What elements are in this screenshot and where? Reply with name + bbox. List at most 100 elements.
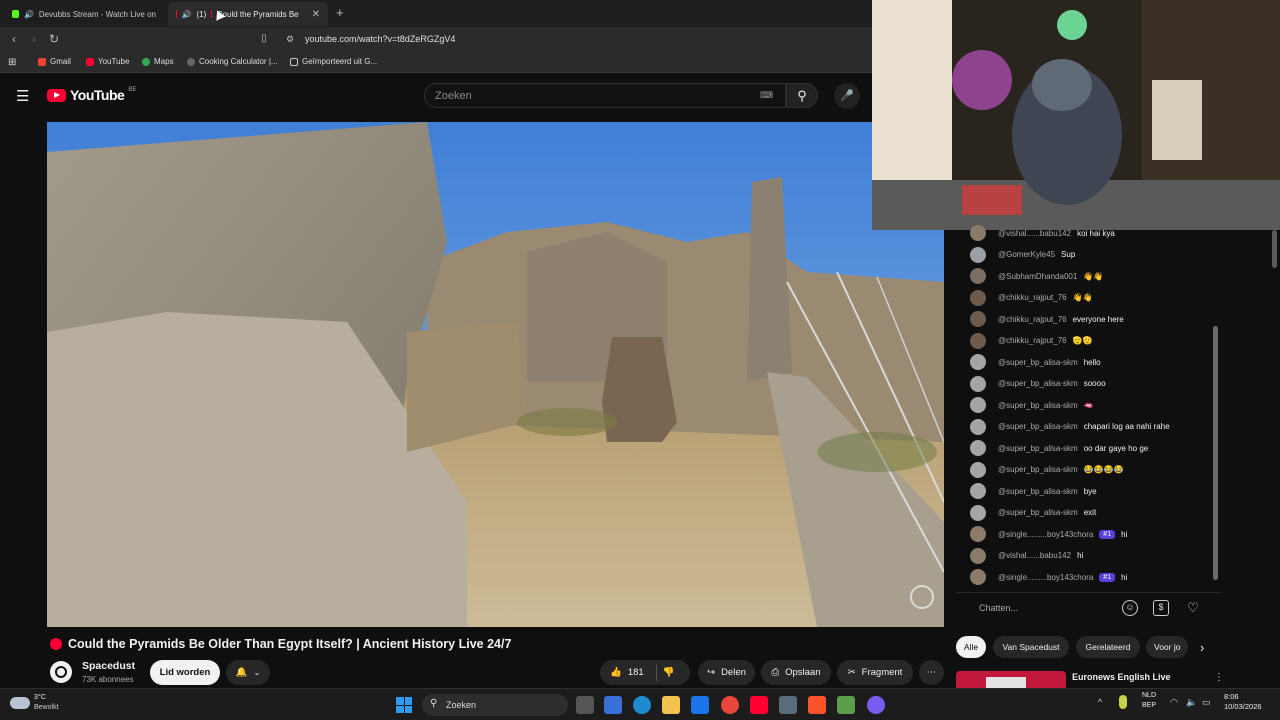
chat-avatar[interactable] xyxy=(970,354,986,370)
emoji-icon[interactable]: ☺ xyxy=(1122,600,1138,616)
clock-date[interactable]: 10/03/2026 xyxy=(1224,702,1262,711)
chat-author[interactable]: @super_bp_alisa-skm xyxy=(998,508,1078,517)
chat-scrollbar[interactable] xyxy=(1213,326,1218,580)
close-tab-icon[interactable]: ✕ xyxy=(312,9,320,20)
chip-from-channel[interactable]: Van Spacedust xyxy=(993,636,1069,658)
chat-avatar[interactable] xyxy=(970,461,986,478)
chat-author[interactable]: @chikku_rajput_76 xyxy=(998,315,1067,324)
chrome-icon[interactable] xyxy=(721,696,739,714)
store-icon[interactable] xyxy=(604,696,622,714)
recommended-title[interactable]: Euronews English Live xyxy=(1072,672,1171,682)
battery-icon[interactable]: ▭ xyxy=(1202,697,1211,708)
chat-input[interactable]: Chatten... xyxy=(979,603,1018,613)
chat-avatar[interactable] xyxy=(970,547,986,564)
page-scrollbar[interactable] xyxy=(1272,230,1277,268)
chat-author[interactable]: @super_bp_alisa-skm xyxy=(998,487,1078,496)
chat-author[interactable]: @super_bp_alisa-skm xyxy=(998,465,1078,474)
chat-author[interactable]: @vishal......babu142 xyxy=(998,229,1071,238)
share-button[interactable]: ↪ Delen xyxy=(698,660,755,685)
tray-chevron-icon[interactable]: ^ xyxy=(1098,697,1102,707)
youtube-app-icon[interactable] xyxy=(750,696,768,714)
clip-button[interactable]: ✂ Fragment xyxy=(837,660,913,685)
search-button[interactable]: ⚲ xyxy=(786,83,818,108)
voice-search-button[interactable]: 🎤 xyxy=(834,83,860,109)
apps-grid-icon[interactable]: ⊞ xyxy=(8,57,16,68)
recommended-more-icon[interactable]: ⋮ xyxy=(1214,672,1224,683)
chat-author[interactable]: @vishal......babu142 xyxy=(998,551,1071,560)
chat-author[interactable]: @super_bp_alisa-skm xyxy=(998,422,1078,431)
chat-avatar[interactable] xyxy=(970,526,986,542)
chat-author[interactable]: @GomerKyle45 xyxy=(998,250,1055,259)
search-input[interactable]: Zoeken ⌨ xyxy=(424,83,786,108)
chat-author[interactable]: @chikku_rajput_76 xyxy=(998,293,1067,302)
chat-avatar[interactable] xyxy=(970,504,986,521)
chat-avatar[interactable] xyxy=(970,289,986,306)
weather-desc[interactable]: Bewolkt xyxy=(34,704,59,711)
like-count[interactable]: 181 xyxy=(628,667,644,678)
taskbar-search[interactable]: ⚲ Zoeken xyxy=(422,694,568,716)
site-info-icon[interactable]: ⚙ xyxy=(282,31,298,47)
chat-author[interactable]: @super_bp_alisa-skm xyxy=(998,401,1078,410)
chat-author[interactable]: @super_bp_alisa-skm xyxy=(998,379,1078,388)
chip-related[interactable]: Gerelateerd xyxy=(1076,636,1140,658)
more-actions-button[interactable]: ⋯ xyxy=(919,660,944,685)
bookmark-gmail[interactable]: Gmail xyxy=(38,57,71,66)
volume-icon[interactable]: 🔈 xyxy=(1186,697,1197,708)
youtube-logo[interactable]: YouTube BE xyxy=(47,87,136,103)
channel-name[interactable]: Spacedust xyxy=(82,660,135,672)
app-icon[interactable] xyxy=(837,696,855,714)
chat-author[interactable]: @single.........boy143chora xyxy=(998,573,1093,582)
tab-devubbs[interactable]: 🔊 Devubbs Stream - Watch Live on xyxy=(4,2,164,26)
chat-avatar[interactable] xyxy=(970,569,986,585)
recommended-thumbnail[interactable] xyxy=(956,671,1066,688)
new-tab-icon[interactable]: + xyxy=(336,5,344,20)
brave-icon[interactable] xyxy=(808,696,826,714)
chat-author[interactable]: @chikku_rajput_76 xyxy=(998,336,1067,345)
chat-avatar[interactable] xyxy=(970,332,986,349)
outlook-icon[interactable] xyxy=(691,696,709,714)
bookmark-icon[interactable]: ▯ xyxy=(256,31,272,47)
chat-author[interactable]: @super_bp_alisa-skm xyxy=(998,444,1078,453)
bookmark-youtube[interactable]: YouTube xyxy=(86,57,129,66)
chat-author[interactable]: @SubhamDhanda001 xyxy=(998,272,1077,281)
chat-author[interactable]: @single.........boy143chora xyxy=(998,530,1093,539)
notifications-button[interactable]: 🔔 ⌄ xyxy=(226,660,270,685)
language-top[interactable]: NLD xyxy=(1142,692,1156,699)
windows-start-icon[interactable] xyxy=(396,697,412,713)
weather-temp[interactable]: 3°C xyxy=(34,694,46,701)
chip-all[interactable]: Alle xyxy=(956,636,986,658)
chat-avatar[interactable] xyxy=(970,268,986,284)
chips-next-icon[interactable]: › xyxy=(1200,640,1204,655)
url-field[interactable]: youtube.com/watch?v=t8dZeRGZgV4 xyxy=(305,34,455,44)
keyboard-icon[interactable]: ⌨ xyxy=(760,90,773,101)
file-explorer-icon[interactable] xyxy=(662,696,680,714)
chip-for-you[interactable]: Voor jo xyxy=(1146,636,1188,658)
chat-avatar[interactable] xyxy=(970,375,986,392)
join-button[interactable]: Lid worden xyxy=(150,660,220,685)
reload-icon[interactable]: ↻ xyxy=(46,31,62,47)
chat-author[interactable]: @super_bp_alisa-skm xyxy=(998,358,1078,367)
super-chat-icon[interactable]: $ xyxy=(1153,600,1169,616)
chat-avatar[interactable] xyxy=(970,397,986,413)
channel-avatar[interactable] xyxy=(50,661,72,683)
chat-avatar[interactable] xyxy=(970,418,986,435)
chat-avatar[interactable] xyxy=(970,311,986,327)
bookmark-cooking-calculator[interactable]: Cooking Calculator |... xyxy=(187,57,278,66)
clock-time[interactable]: 8:06 xyxy=(1224,692,1239,701)
calculator-icon[interactable] xyxy=(779,696,797,714)
hamburger-menu-icon[interactable]: ☰ xyxy=(16,87,29,105)
heart-icon[interactable]: ♡ xyxy=(1185,600,1201,616)
task-view-icon[interactable] xyxy=(576,696,594,714)
bookmark-maps[interactable]: Maps xyxy=(142,57,174,66)
tab-youtube-video[interactable]: 🔊 (1) Could the Pyramids Be ✕ xyxy=(168,2,328,26)
bookmark-imported-folder[interactable]: Geïmporteerd uit G... xyxy=(290,57,377,66)
dislike-icon[interactable]: 👎 xyxy=(663,667,675,678)
forward-icon[interactable]: › xyxy=(26,31,42,47)
wifi-icon[interactable]: ◠ xyxy=(1170,697,1178,708)
chat-avatar[interactable] xyxy=(970,225,986,241)
like-icon[interactable]: 👍 xyxy=(610,667,622,678)
save-button[interactable]: ⎙ Opslaan xyxy=(761,660,831,685)
chat-avatar[interactable] xyxy=(970,483,986,499)
language-bottom[interactable]: BEP xyxy=(1142,702,1156,709)
video-player[interactable] xyxy=(47,122,944,627)
